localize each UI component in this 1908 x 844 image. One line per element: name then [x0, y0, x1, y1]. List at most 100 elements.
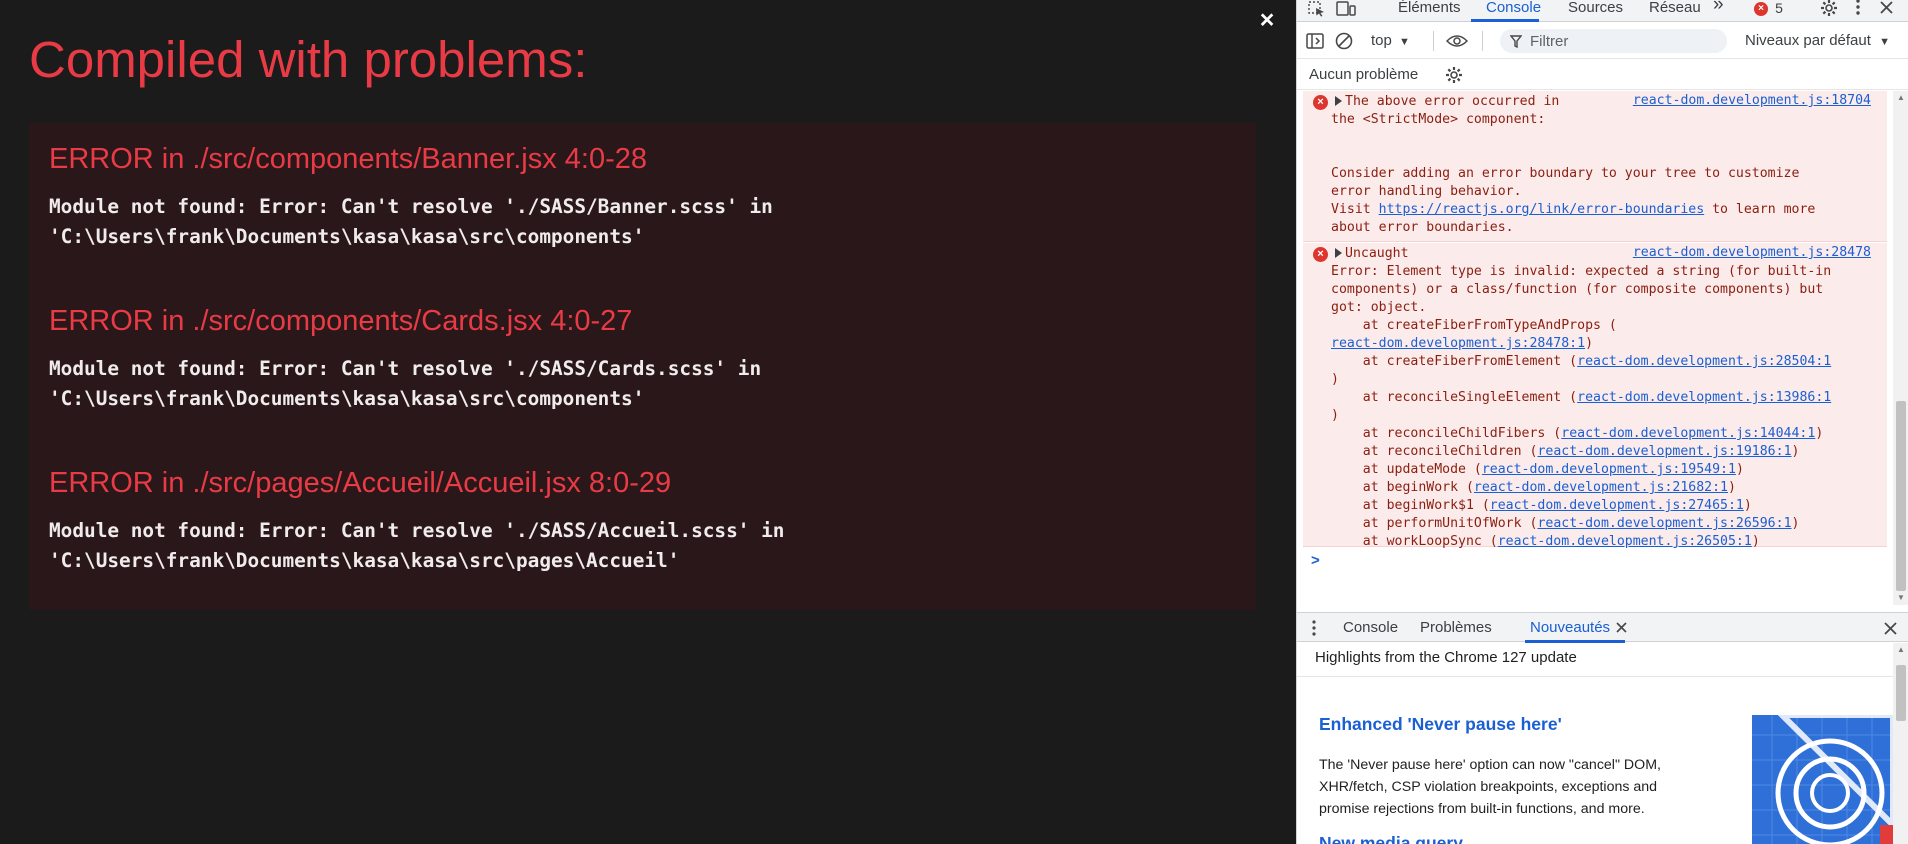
scroll-down-icon[interactable]: ▼	[1897, 593, 1905, 602]
stack-frame-link[interactable]: react-dom.development.js:14044:1	[1561, 426, 1815, 441]
scroll-up-icon[interactable]: ▲	[1897, 93, 1905, 102]
stack-frame-link[interactable]: react-dom.development.js:19186:1	[1537, 444, 1791, 459]
stack-frame-function: at workLoopSync (	[1331, 534, 1498, 549]
stack-frame-function: at reconcileChildFibers (	[1331, 426, 1562, 441]
next-feature-title-link[interactable]: New media query ...	[1319, 833, 1482, 844]
filter-input[interactable]	[1530, 31, 1720, 51]
error-heading: ERROR in ./src/components/Banner.jsx 4:0…	[49, 143, 647, 175]
clear-console-icon[interactable]	[1334, 32, 1354, 50]
device-toolbar-icon[interactable]	[1335, 0, 1357, 18]
filter-funnel-icon	[1510, 34, 1522, 48]
stack-frame: at updateMode (react-dom.development.js:…	[1331, 461, 1831, 479]
toolbar-divider	[1482, 31, 1483, 51]
stack-frame: at workLoopSync (react-dom.development.j…	[1331, 533, 1831, 551]
live-expression-eye-icon[interactable]	[1445, 32, 1469, 50]
stack-frame-link[interactable]: react-dom.development.js:28478:1	[1331, 336, 1585, 351]
stack-frame-function: at beginWork (	[1331, 480, 1474, 495]
inspect-element-icon[interactable]	[1307, 0, 1327, 18]
tab-elements[interactable]: Éléments	[1398, 0, 1461, 22]
scroll-up-icon[interactable]: ▲	[1897, 645, 1905, 654]
error-x-icon: ×	[1313, 247, 1328, 262]
context-selector[interactable]: top ▼	[1371, 32, 1410, 49]
stack-frame: at reconcileChildren (react-dom.developm…	[1331, 443, 1831, 461]
message-text: Consider adding an error boundary to you…	[1331, 166, 1800, 199]
expand-triangle-icon[interactable]	[1335, 248, 1342, 258]
more-tabs-button[interactable]: »	[1713, 0, 1724, 19]
stack-frame: at createFiberFromTypeAndProps (	[1331, 317, 1831, 335]
devtools-tab-bar: Éléments Console Sources Réseau » × 5	[1297, 0, 1908, 22]
whats-new-scroll-thumb[interactable]	[1896, 665, 1906, 721]
close-drawer-icon[interactable]	[1883, 621, 1897, 635]
close-overlay-button[interactable]: ×	[1255, 7, 1279, 33]
stack-frame-link[interactable]: react-dom.development.js:13986:1	[1577, 390, 1831, 405]
message-text: Error: Element type is invalid: expected…	[1331, 264, 1832, 315]
error-heading: ERROR in ./src/components/Cards.jsx 4:0-…	[49, 305, 633, 337]
toolbar-divider	[1433, 31, 1434, 51]
feature-illustration	[1752, 715, 1893, 844]
error-message: Module not found: Error: Can't resolve '…	[49, 519, 785, 572]
drawer-tab-whatsnew[interactable]: Nouveautés	[1530, 619, 1610, 636]
filter-box	[1500, 29, 1727, 53]
stack-frame-end: )	[1751, 534, 1760, 549]
drawer-tab-console[interactable]: Console	[1343, 619, 1398, 636]
chevron-down-icon: ▼	[1879, 36, 1890, 48]
stack-frame: at beginWork (react-dom.development.js:2…	[1331, 479, 1831, 497]
errors-panel: ERROR in ./src/components/Banner.jsx 4:0…	[29, 123, 1256, 610]
stack-frame: at beginWork$1 (react-dom.development.js…	[1331, 497, 1831, 515]
stack-frame-end: )	[1743, 498, 1752, 513]
stack-frame: )	[1331, 407, 1831, 425]
tab-network[interactable]: Réseau	[1649, 0, 1701, 22]
close-tab-icon[interactable]	[1615, 621, 1627, 633]
error-count: 5	[1775, 0, 1783, 16]
whats-new-scrollbar[interactable]: ▲	[1893, 643, 1908, 844]
stack-trace: at createFiberFromTypeAndProps ( react-do…	[1331, 317, 1831, 551]
issues-label[interactable]: Aucun problème	[1309, 66, 1418, 83]
stack-frame-link[interactable]: react-dom.development.js:19549:1	[1482, 462, 1736, 477]
error-item: ERROR in ./src/pages/Accueil/Accueil.jsx…	[49, 467, 784, 576]
source-link[interactable]: react-dom.development.js:28478	[1633, 245, 1871, 260]
stack-frame-function: at beginWork$1 (	[1331, 498, 1490, 513]
console-scrollbar[interactable]: ▲ ▼	[1893, 91, 1908, 605]
stack-frame-link[interactable]: react-dom.development.js:21682:1	[1474, 480, 1728, 495]
stack-frame-function: at updateMode (	[1331, 462, 1482, 477]
stack-frame-function: at reconcileSingleElement (	[1331, 390, 1578, 405]
console-settings-gear-icon[interactable]	[1445, 66, 1463, 84]
stack-frame-function: at createFiberFromElement (	[1331, 354, 1578, 369]
message-text: Visit https://reactjs.org/link/error-bou…	[1331, 201, 1815, 219]
stack-frame-function: )	[1331, 408, 1339, 423]
expand-triangle-icon[interactable]	[1335, 96, 1342, 106]
error-heading: ERROR in ./src/pages/Accueil/Accueil.jsx…	[49, 467, 672, 499]
devtools-panel: Éléments Console Sources Réseau » × 5 to…	[1296, 0, 1908, 844]
feature-title-link[interactable]: Enhanced 'Never pause here'	[1319, 714, 1562, 735]
more-options-kebab-icon[interactable]	[1851, 0, 1865, 16]
stack-frame-end: )	[1791, 516, 1800, 531]
stack-frame-link[interactable]: react-dom.development.js:28504:1	[1577, 354, 1831, 369]
log-levels-dropdown[interactable]: Niveaux par défaut ▼	[1745, 32, 1890, 49]
settings-gear-icon[interactable]	[1819, 0, 1839, 17]
error-counter[interactable]: × 5	[1754, 0, 1783, 17]
stack-frame-function: at createFiberFromTypeAndProps (	[1331, 318, 1617, 333]
feature-description: The 'Never pause here' option can now "c…	[1319, 757, 1661, 817]
drawer-tab-problems[interactable]: Problèmes	[1420, 619, 1492, 636]
stack-frame-link[interactable]: react-dom.development.js:27465:1	[1490, 498, 1744, 513]
close-devtools-icon[interactable]	[1877, 0, 1895, 16]
drawer-tab-bar: Console Problèmes Nouveautés	[1297, 612, 1908, 643]
stack-frame-end: )	[1728, 480, 1736, 495]
console-messages: × The above error occurred in the <Stric…	[1297, 91, 1893, 605]
stack-frame-link[interactable]: react-dom.development.js:26505:1	[1498, 534, 1752, 549]
message-text: about error boundaries.	[1331, 220, 1514, 235]
console-prompt[interactable]: >	[1311, 552, 1320, 569]
error-boundaries-link[interactable]: https://reactjs.org/link/error-boundarie…	[1379, 202, 1705, 217]
divider	[1297, 676, 1893, 677]
console-scroll-thumb[interactable]	[1896, 401, 1906, 591]
error-item: ERROR in ./src/components/Cards.jsx 4:0-…	[49, 305, 761, 414]
drawer-menu-kebab-icon[interactable]	[1311, 619, 1317, 637]
tab-sources[interactable]: Sources	[1568, 0, 1623, 22]
source-link[interactable]: react-dom.development.js:18704	[1633, 93, 1871, 108]
learn-more-text: to learn more	[1704, 202, 1816, 217]
visit-text: Visit	[1331, 202, 1379, 217]
sidebar-toggle-icon[interactable]	[1305, 32, 1325, 50]
stack-frame-link[interactable]: react-dom.development.js:26596:1	[1537, 516, 1791, 531]
message-text: the <StrictMode> component:	[1331, 112, 1546, 127]
context-selector-value: top	[1371, 32, 1392, 49]
